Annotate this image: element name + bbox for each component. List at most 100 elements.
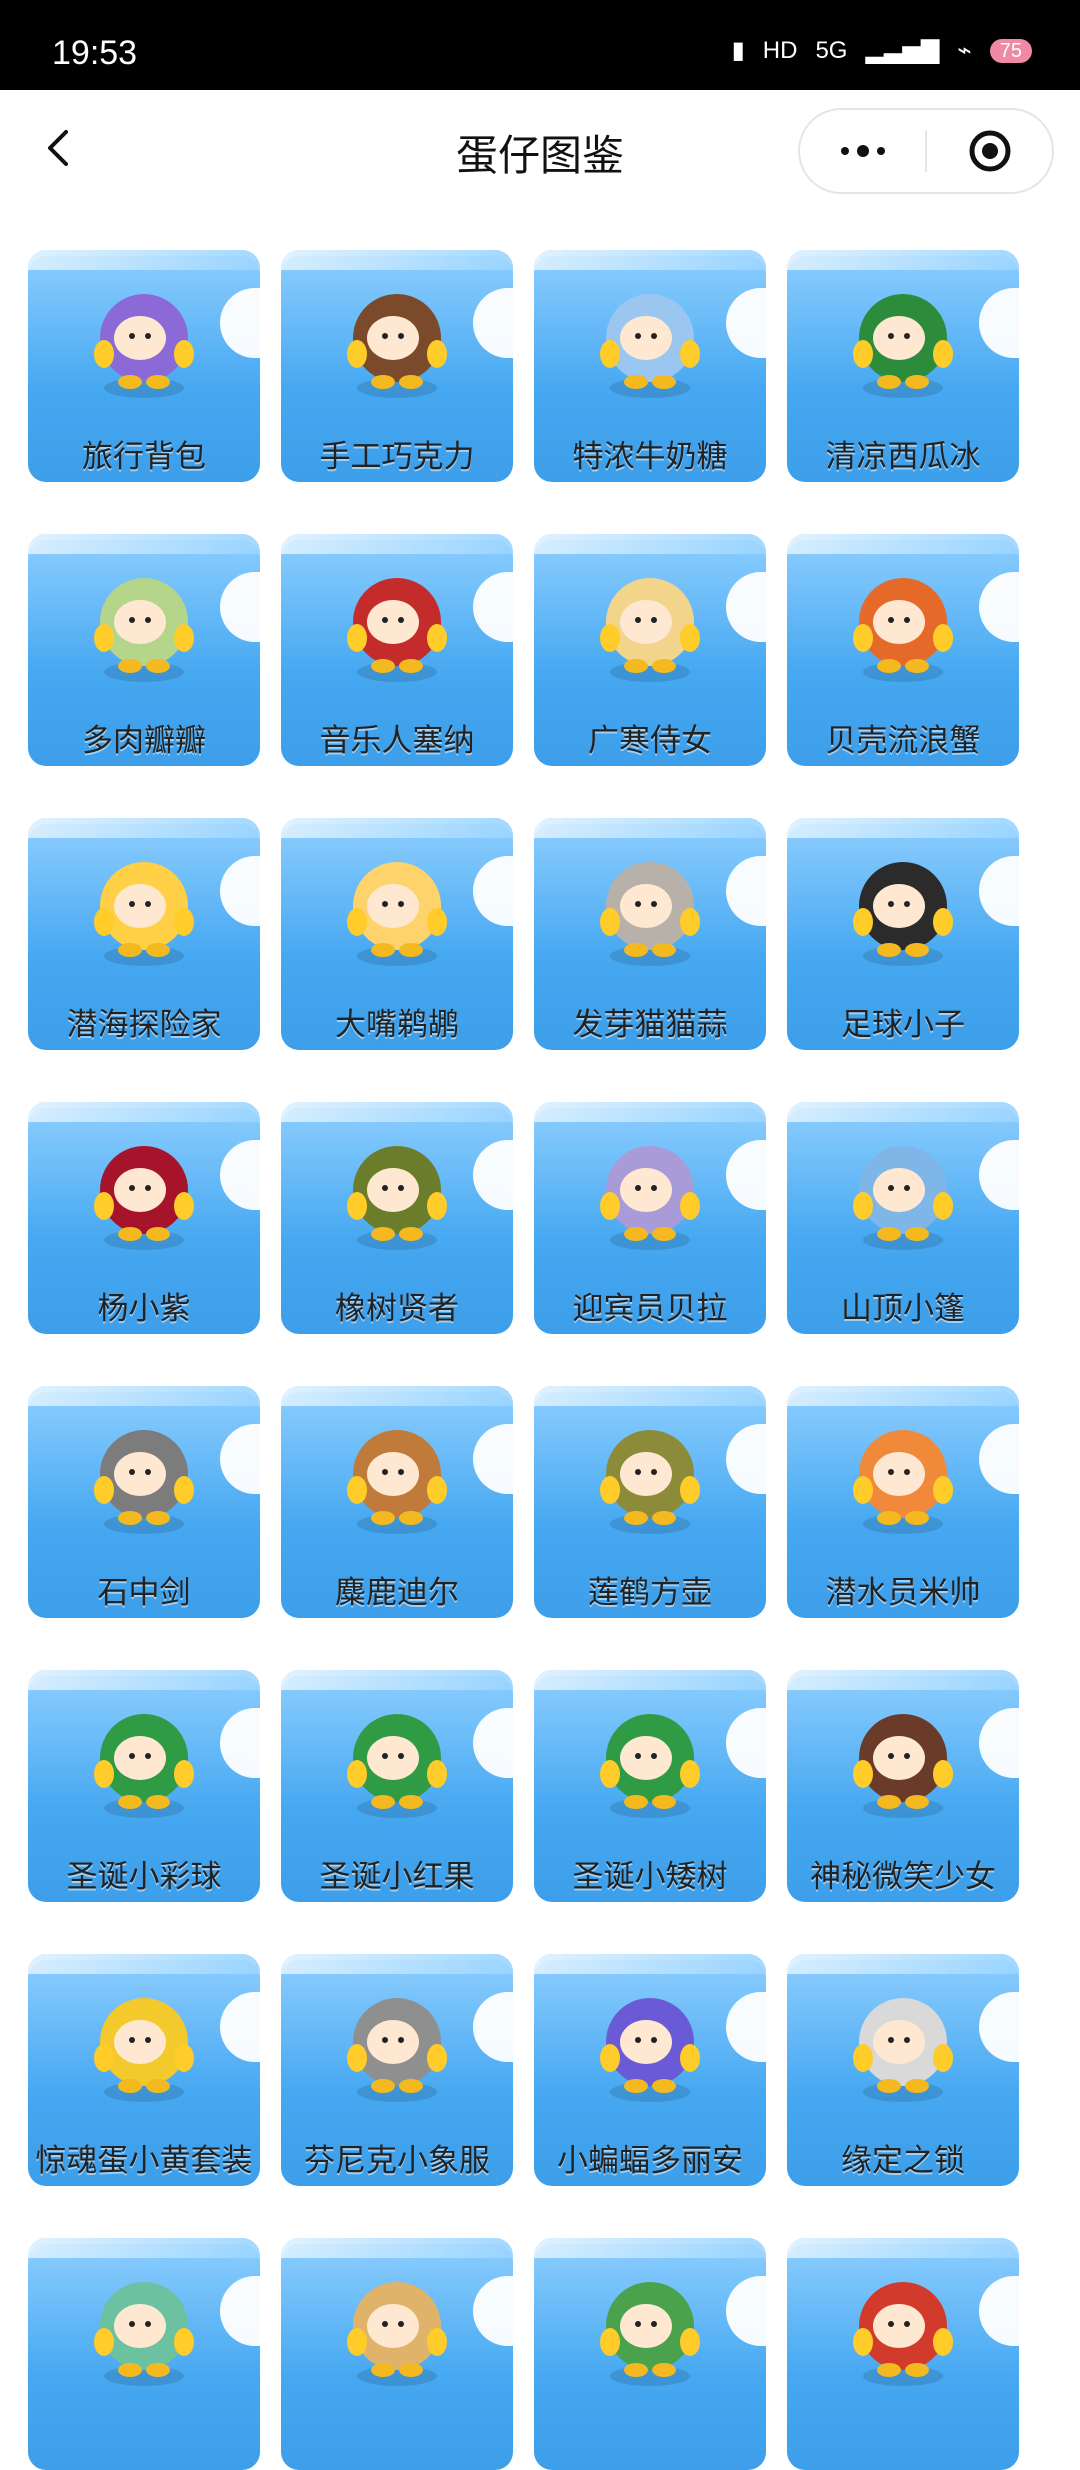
character-name: 杨小紫	[97, 1291, 191, 1327]
character-avatar-icon	[600, 2282, 700, 2386]
character-card[interactable]: 芬尼克小象服	[281, 1954, 513, 2186]
character-card[interactable]: 惊魂蛋小黄套装	[28, 1954, 260, 2186]
avatar-foot-right	[905, 2079, 929, 2093]
avatar-eye-right	[398, 1469, 404, 1475]
character-name: 足球小子	[841, 1007, 965, 1043]
avatar-hand-right	[680, 1760, 700, 1788]
avatar-eye-left	[382, 1753, 388, 1759]
avatar-eye-right	[145, 2037, 151, 2043]
avatar-eye-left	[635, 1753, 641, 1759]
avatar-hand-left	[347, 624, 367, 652]
character-avatar-icon	[347, 2282, 447, 2386]
character-card[interactable]: 大嘴鹈鹕	[281, 818, 513, 1050]
character-card[interactable]: 莲鹤方壶	[534, 1386, 766, 1618]
character-card[interactable]: 橡树贤者	[281, 1102, 513, 1334]
avatar-foot-right	[652, 375, 676, 389]
character-card[interactable]: 手工巧克力	[281, 250, 513, 482]
avatar-foot-left	[371, 1795, 395, 1809]
character-card[interactable]: 特浓牛奶糖	[534, 250, 766, 482]
character-card[interactable]: 圣诞小彩球	[28, 1670, 260, 1902]
character-card[interactable]	[534, 2238, 766, 2470]
avatar-foot-left	[118, 375, 142, 389]
avatar-face	[620, 1168, 672, 1212]
character-name: 石中剑	[97, 1575, 191, 1611]
avatar-foot-left	[877, 2079, 901, 2093]
avatar-hand-left	[600, 624, 620, 652]
avatar-eye-right	[651, 2037, 657, 2043]
character-avatar-icon	[853, 1998, 953, 2102]
character-card[interactable]	[28, 2238, 260, 2470]
avatar-eye-left	[635, 2037, 641, 2043]
avatar-hand-left	[853, 1476, 873, 1504]
character-card[interactable]: 神秘微笑少女	[787, 1670, 1019, 1902]
avatar-face	[620, 884, 672, 928]
avatar-face	[367, 2020, 419, 2064]
avatar-eye-right	[398, 2321, 404, 2327]
character-card[interactable]: 贝壳流浪蟹	[787, 534, 1019, 766]
avatar-eye-left	[382, 2321, 388, 2327]
character-avatar-icon	[94, 578, 194, 682]
character-card[interactable]: 迎宾员贝拉	[534, 1102, 766, 1334]
avatar-face	[114, 884, 166, 928]
avatar-hand-left	[94, 1476, 114, 1504]
character-card[interactable]: 旅行背包	[28, 250, 260, 482]
avatar-face	[367, 1736, 419, 1780]
avatar-hand-right	[933, 908, 953, 936]
character-card[interactable]: 发芽猫猫蒜	[534, 818, 766, 1050]
avatar-hand-right	[680, 624, 700, 652]
avatar-hand-left	[94, 2328, 114, 2356]
avatar-face	[873, 316, 925, 360]
character-card[interactable]: 小蝙蝠多丽安	[534, 1954, 766, 2186]
character-card[interactable]: 石中剑	[28, 1386, 260, 1618]
avatar-hand-left	[347, 1760, 367, 1788]
character-card[interactable]: 缘定之锁	[787, 1954, 1019, 2186]
character-card[interactable]: 潜海探险家	[28, 818, 260, 1050]
character-card[interactable]: 清凉西瓜冰	[787, 250, 1019, 482]
character-avatar-icon	[94, 862, 194, 966]
avatar-hand-right	[933, 624, 953, 652]
character-card[interactable]: 杨小紫	[28, 1102, 260, 1334]
avatar-eye-right	[145, 1469, 151, 1475]
avatar-eye-left	[129, 901, 135, 907]
character-card[interactable]: 麋鹿迪尔	[281, 1386, 513, 1618]
character-card[interactable]: 音乐人塞纳	[281, 534, 513, 766]
avatar-eye-right	[398, 617, 404, 623]
avatar-hand-right	[427, 340, 447, 368]
avatar-hand-left	[600, 1476, 620, 1504]
more-button[interactable]	[800, 110, 925, 192]
character-card[interactable]: 圣诞小矮树	[534, 1670, 766, 1902]
avatar-foot-right	[652, 659, 676, 673]
character-name: 小蝙蝠多丽安	[557, 2143, 743, 2179]
avatar-eye-left	[635, 1185, 641, 1191]
avatar-eye-left	[382, 333, 388, 339]
avatar-foot-left	[877, 943, 901, 957]
avatar-foot-right	[905, 659, 929, 673]
character-avatar-icon	[853, 1714, 953, 1818]
avatar-foot-right	[146, 2079, 170, 2093]
character-card[interactable]: 潜水员米帅	[787, 1386, 1019, 1618]
avatar-hand-right	[933, 2328, 953, 2356]
character-name: 广寒侍女	[588, 723, 712, 759]
character-card[interactable]: 广寒侍女	[534, 534, 766, 766]
avatar-foot-right	[652, 2079, 676, 2093]
character-card[interactable]: 足球小子	[787, 818, 1019, 1050]
avatar-eye-right	[145, 1185, 151, 1191]
character-name: 发芽猫猫蒜	[572, 1007, 728, 1043]
avatar-eye-left	[635, 617, 641, 623]
character-grid: 旅行背包 手工巧克力 特浓牛奶糖 清凉西瓜冰多肉瓣瓣 音乐人塞纳 广寒侍女 贝壳流浪蟹潜海探…	[28, 250, 1052, 2470]
avatar-foot-right	[146, 1795, 170, 1809]
character-card[interactable]: 多肉瓣瓣	[28, 534, 260, 766]
character-card[interactable]: 山顶小篷	[787, 1102, 1019, 1334]
avatar-hand-left	[600, 2044, 620, 2072]
character-card[interactable]	[787, 2238, 1019, 2470]
close-button[interactable]	[927, 110, 1052, 192]
avatar-eye-left	[888, 617, 894, 623]
avatar-eye-right	[904, 617, 910, 623]
avatar-face	[114, 316, 166, 360]
character-name: 圣诞小彩球	[66, 1859, 222, 1895]
character-card[interactable]	[281, 2238, 513, 2470]
character-name: 潜海探险家	[66, 1007, 222, 1043]
avatar-hand-right	[174, 1760, 194, 1788]
character-card[interactable]: 圣诞小红果	[281, 1670, 513, 1902]
avatar-eye-right	[904, 901, 910, 907]
